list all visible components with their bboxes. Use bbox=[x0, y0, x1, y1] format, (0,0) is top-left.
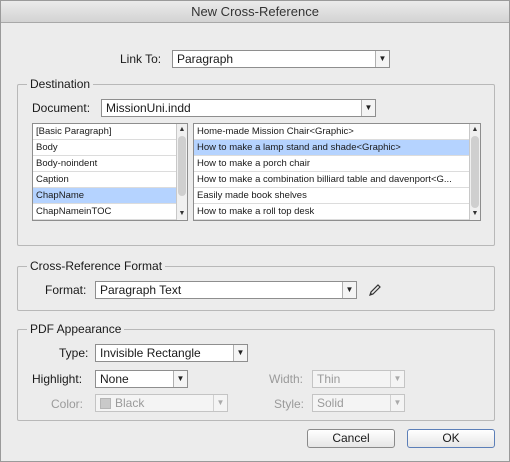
highlight-select[interactable]: None ▼ bbox=[95, 370, 188, 388]
paragraph-styles-list[interactable]: [Basic Paragraph] Body Body-noindent Cap… bbox=[32, 123, 188, 221]
format-select[interactable]: Paragraph Text ▼ bbox=[95, 281, 357, 299]
xref-format-title: Cross-Reference Format bbox=[27, 259, 166, 273]
width-value: Thin bbox=[317, 372, 341, 386]
list-item[interactable]: Home-made Mission Chair<Graphic> bbox=[194, 124, 470, 140]
new-cross-reference-dialog: New Cross-Reference Link To: Paragraph ▼… bbox=[0, 0, 510, 462]
chevron-down-icon: ▼ bbox=[342, 282, 356, 298]
document-value: MissionUni.indd bbox=[106, 101, 191, 115]
scroll-thumb[interactable] bbox=[471, 136, 479, 208]
link-to-select[interactable]: Paragraph ▼ bbox=[172, 50, 390, 68]
color-label: Color: bbox=[51, 397, 84, 411]
list-item[interactable]: How to make a porch chair bbox=[194, 156, 470, 172]
scroll-thumb[interactable] bbox=[178, 136, 186, 196]
list-item[interactable]: Easily made book shelves bbox=[194, 188, 470, 204]
destination-title: Destination bbox=[27, 77, 94, 91]
list-item[interactable]: [Basic Paragraph] bbox=[33, 124, 187, 140]
document-select[interactable]: MissionUni.indd ▼ bbox=[101, 99, 376, 117]
window-title: New Cross-Reference bbox=[1, 1, 509, 23]
color-value: Black bbox=[115, 396, 145, 410]
chevron-down-icon: ▼ bbox=[390, 371, 404, 387]
link-to-value: Paragraph bbox=[177, 52, 234, 66]
chevron-down-icon: ▼ bbox=[375, 51, 389, 67]
paragraphs-scrollbar[interactable]: ▲ ▼ bbox=[469, 124, 480, 220]
list-item[interactable]: How to make a lamp stand and shade<Graph… bbox=[194, 140, 470, 156]
chevron-down-icon: ▼ bbox=[361, 100, 375, 116]
style-select[interactable]: Solid ▼ bbox=[312, 394, 405, 412]
list-item[interactable]: ChapName bbox=[33, 188, 187, 204]
style-value: Solid bbox=[317, 396, 344, 410]
chevron-down-icon: ▼ bbox=[233, 345, 247, 361]
width-select[interactable]: Thin ▼ bbox=[312, 370, 405, 388]
ok-button[interactable]: OK bbox=[407, 429, 495, 448]
styles-items: [Basic Paragraph] Body Body-noindent Cap… bbox=[33, 124, 187, 220]
scroll-down-icon[interactable]: ▼ bbox=[470, 209, 480, 219]
type-label: Type: bbox=[59, 346, 89, 360]
pdf-appearance-group bbox=[17, 329, 495, 421]
highlight-label: Highlight: bbox=[32, 372, 83, 386]
scroll-up-icon[interactable]: ▲ bbox=[177, 125, 187, 135]
link-to-label: Link To: bbox=[120, 52, 162, 66]
list-item[interactable]: How to make a combination billiard table… bbox=[194, 172, 470, 188]
pdf-appearance-title: PDF Appearance bbox=[27, 322, 125, 336]
list-item[interactable]: How to make a roll top desk bbox=[194, 204, 470, 220]
scroll-down-icon[interactable]: ▼ bbox=[177, 209, 187, 219]
format-value: Paragraph Text bbox=[100, 283, 182, 297]
paragraph-text-list[interactable]: Home-made Mission Chair<Graphic> How to … bbox=[193, 123, 481, 221]
cancel-button[interactable]: Cancel bbox=[307, 429, 395, 448]
pencil-icon[interactable] bbox=[368, 283, 382, 297]
scroll-up-icon[interactable]: ▲ bbox=[470, 125, 480, 135]
color-swatch bbox=[100, 398, 111, 409]
document-label: Document: bbox=[32, 101, 91, 115]
list-item[interactable]: ChapNameinTOC bbox=[33, 204, 187, 220]
list-item[interactable]: Body bbox=[33, 140, 187, 156]
list-item[interactable]: Caption bbox=[33, 172, 187, 188]
highlight-value: None bbox=[100, 372, 129, 386]
styles-scrollbar[interactable]: ▲ ▼ bbox=[176, 124, 187, 220]
color-select[interactable]: Black ▼ bbox=[95, 394, 228, 412]
chevron-down-icon: ▼ bbox=[213, 395, 227, 411]
width-label: Width: bbox=[269, 372, 304, 386]
list-item[interactable]: Body-noindent bbox=[33, 156, 187, 172]
type-value: Invisible Rectangle bbox=[100, 346, 201, 360]
chevron-down-icon: ▼ bbox=[173, 371, 187, 387]
type-select[interactable]: Invisible Rectangle ▼ bbox=[95, 344, 248, 362]
style-label: Style: bbox=[274, 397, 305, 411]
paragraph-items: Home-made Mission Chair<Graphic> How to … bbox=[194, 124, 470, 220]
chevron-down-icon: ▼ bbox=[390, 395, 404, 411]
format-label: Format: bbox=[45, 283, 87, 297]
